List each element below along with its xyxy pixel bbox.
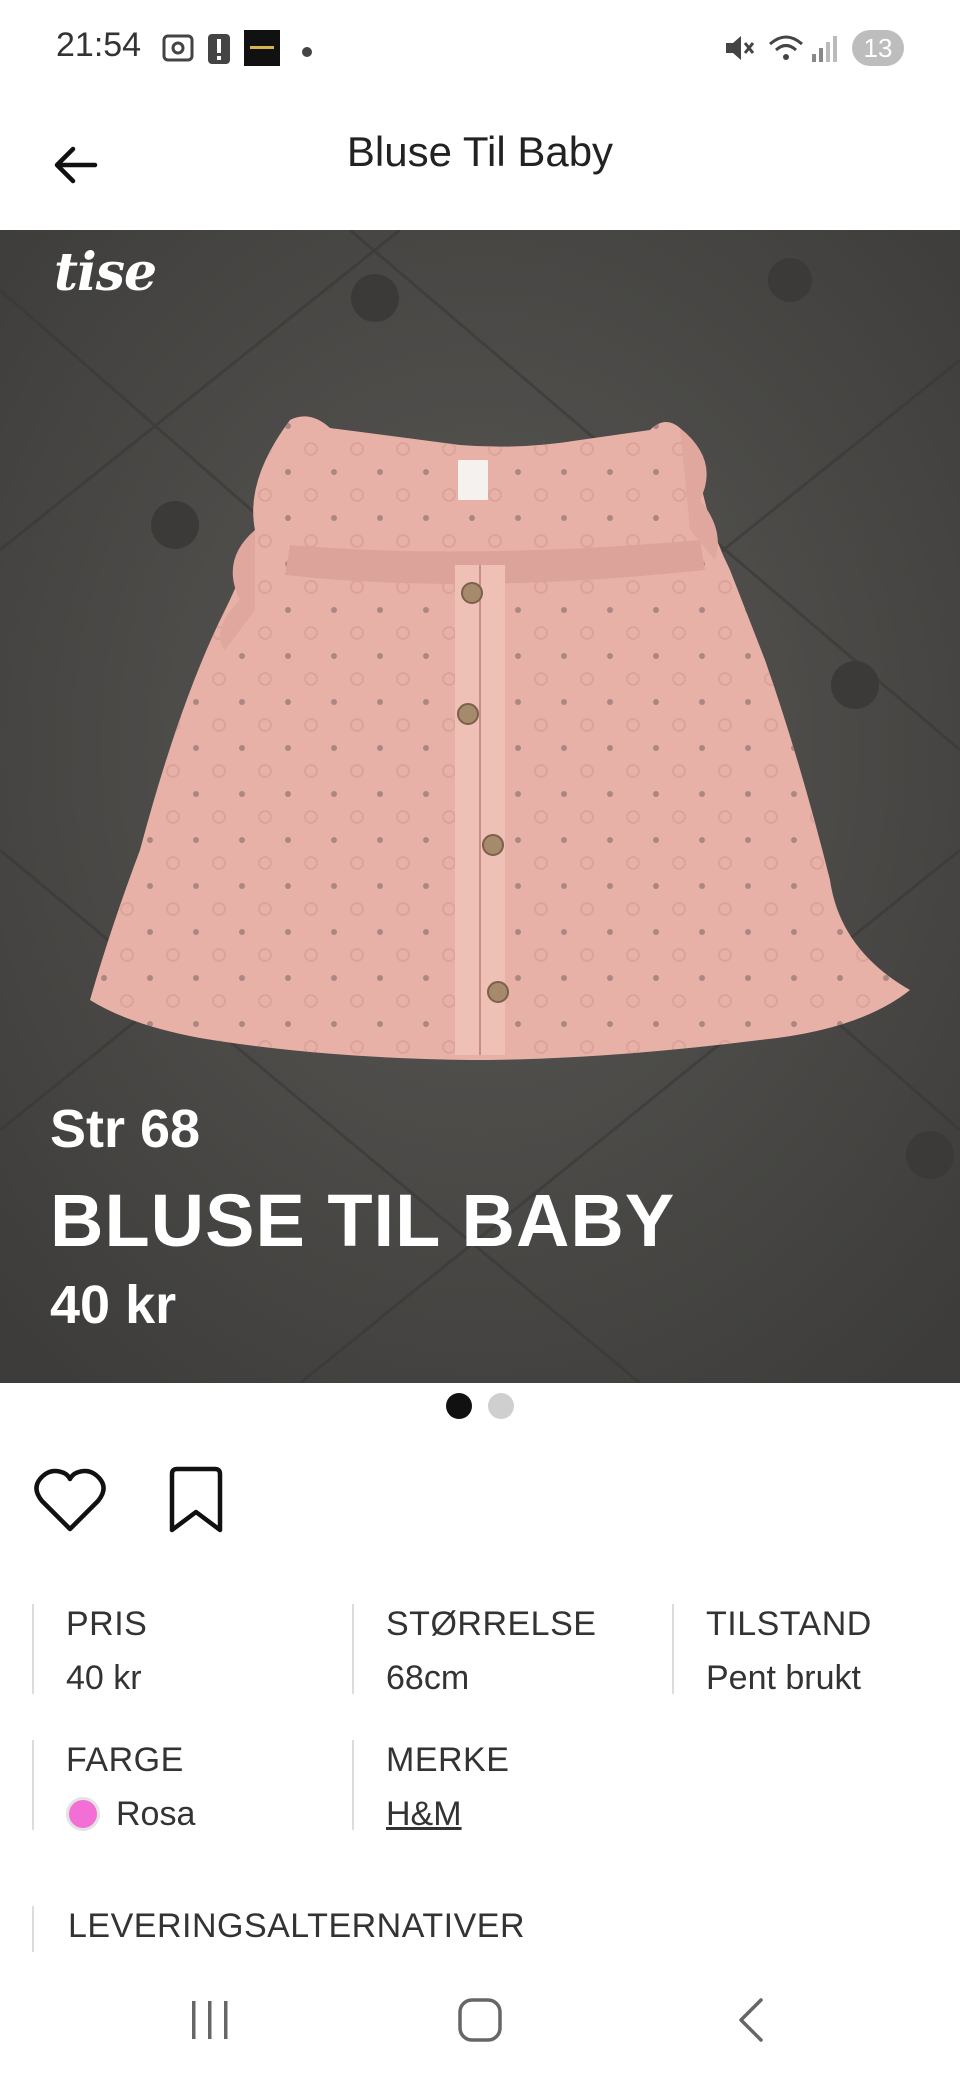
product-actions <box>30 1460 236 1540</box>
signal-icon <box>810 30 838 71</box>
detail-color-label: FARGE <box>66 1741 184 1779</box>
detail-price-label: PRIS <box>66 1605 148 1643</box>
notification-dot-icon <box>302 44 312 62</box>
detail-color-value: Rosa <box>116 1795 196 1833</box>
color-swatch <box>66 1797 100 1831</box>
heart-icon <box>34 1468 106 1532</box>
detail-price-value: 40 kr <box>66 1659 142 1697</box>
system-nav-bar <box>0 1960 960 2080</box>
delivery-options-label: LEVERINGSALTERNATIVER <box>68 1907 526 1945</box>
detail-brand-value-row: H&M <box>386 1794 509 1834</box>
pager-dot-2[interactable] <box>488 1393 514 1419</box>
notification-count-badge: 13 <box>852 30 904 66</box>
hero-price-text: 40 kr <box>50 1275 177 1335</box>
tise-logo: tise <box>54 242 157 303</box>
status-time: 21:54 <box>56 26 142 64</box>
recent-apps-button[interactable] <box>170 1990 250 2050</box>
product-image[interactable]: tise Str 68 BLUSE TIL BABY 40 kr <box>0 230 960 1383</box>
detail-size-value: 68cm <box>386 1659 470 1697</box>
brand-link[interactable]: H&M <box>386 1794 462 1834</box>
app-header: Bluse Til Baby <box>0 100 960 230</box>
detail-brand-label: MERKE <box>386 1741 510 1779</box>
home-icon <box>458 1998 502 2042</box>
wifi-icon <box>766 30 806 71</box>
system-back-button[interactable] <box>710 1990 790 2050</box>
like-button[interactable] <box>30 1460 110 1540</box>
detail-brand: MERKE H&M <box>352 1740 510 1833</box>
detail-color-value-row: Rosa <box>66 1794 195 1834</box>
recent-apps-icon <box>192 2001 228 2039</box>
status-bar: 21:54 13 <box>0 0 960 100</box>
screenshot-icon <box>160 30 196 71</box>
image-pager <box>0 1393 960 1421</box>
mute-icon <box>722 30 756 71</box>
detail-size-label: STØRRELSE <box>386 1605 597 1643</box>
save-button[interactable] <box>156 1460 236 1540</box>
pager-dot-1[interactable] <box>446 1393 472 1419</box>
app-thumbnail-icon <box>244 30 280 71</box>
detail-size: STØRRELSE 68cm <box>352 1604 597 1697</box>
alert-icon <box>206 30 232 71</box>
bookmark-icon <box>169 1466 223 1533</box>
detail-price: PRIS 40 kr <box>32 1604 148 1697</box>
detail-condition: TILSTAND Pent brukt <box>672 1604 872 1697</box>
page-title: Bluse Til Baby <box>346 128 614 175</box>
hero-size-text: Str 68 <box>50 1099 201 1159</box>
hero-product-name: BLUSE TIL BABY <box>50 1179 676 1262</box>
detail-color: FARGE Rosa <box>32 1740 195 1833</box>
home-button[interactable] <box>440 1990 520 2050</box>
delivery-options[interactable]: LEVERINGSALTERNATIVER <box>32 1906 525 1952</box>
detail-condition-value: Pent brukt <box>706 1659 861 1697</box>
detail-condition-label: TILSTAND <box>706 1605 872 1643</box>
back-icon <box>739 1998 763 2042</box>
